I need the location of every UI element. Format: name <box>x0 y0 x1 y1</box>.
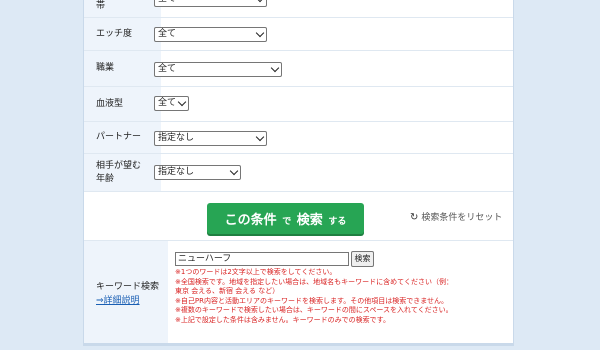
condition-row-occupation: 職業 全て <box>84 51 513 87</box>
note-line: ※全国検索です。地域を指定したい場合は、地域名もキーワードに含めてください（例： <box>175 277 453 286</box>
detail-explanation-link[interactable]: ⇒詳細説明 <box>96 296 140 306</box>
blood-type-select[interactable]: 全て <box>154 96 189 111</box>
keyword-search-label: キーワード検索 ⇒詳細説明 <box>84 241 168 343</box>
keyword-input[interactable]: ニューハーフ <box>175 252 349 266</box>
note-line: ※複数のキーワードで検索したい場合は、キーワードの間にスペースを入れてください。 <box>175 306 453 315</box>
chevron-down-icon <box>255 0 265 3</box>
chevron-down-icon <box>177 97 187 107</box>
row-label-partner: パートナー <box>84 122 161 153</box>
row-label-band: 帯 <box>84 0 161 17</box>
condition-row-partner: パートナー 指定なし <box>84 122 513 154</box>
desired-age-select[interactable]: 指定なし <box>154 165 241 180</box>
chevron-down-icon <box>229 166 239 176</box>
h-level-select[interactable]: 全て <box>154 27 267 42</box>
condition-row-h-level: エッチ度 全て <box>84 18 513 51</box>
search-with-conditions-button[interactable]: この条件 で 検索 する <box>207 203 364 234</box>
condition-row-band: 帯 全て <box>84 0 513 18</box>
note-line: ※上記で設定した条件は含みません。キーワードのみでの検索です。 <box>175 315 390 324</box>
note-line: 東京 会える、新宿 会える など） <box>175 287 280 296</box>
keyword-search-button[interactable]: 検索 <box>351 251 374 267</box>
row-label-occupation: 職業 <box>84 51 161 86</box>
partner-select[interactable]: 指定なし <box>154 131 267 146</box>
reset-conditions-link[interactable]: ↻ 検索条件をリセット <box>410 211 502 225</box>
condition-row-desired-age: 相手が望む 年齢 指定なし <box>84 154 513 192</box>
chevron-down-icon <box>270 63 280 73</box>
chevron-down-icon <box>255 28 265 38</box>
row-label-blood-type: 血液型 <box>84 87 161 121</box>
keyword-search-notes: ※1つのワードは2文字以上で検索をしてください。 ※全国検索です。地域を指定した… <box>175 268 505 326</box>
row-label-h-level: エッチ度 <box>84 18 161 50</box>
band-select[interactable]: 全て <box>154 0 267 7</box>
occupation-select[interactable]: 全て <box>154 62 282 77</box>
refresh-icon: ↻ <box>410 212 419 223</box>
note-line: ※1つのワードは2文字以上で検索をしてください。 <box>175 268 337 276</box>
chevron-down-icon <box>255 132 265 142</box>
note-line: ※自己PR内容と活動エリアのキーワードを検索します。その他項目は検索できません。 <box>175 296 449 305</box>
condition-row-blood-type: 血液型 全て <box>84 87 513 122</box>
row-label-desired-age: 相手が望む 年齢 <box>84 154 161 191</box>
